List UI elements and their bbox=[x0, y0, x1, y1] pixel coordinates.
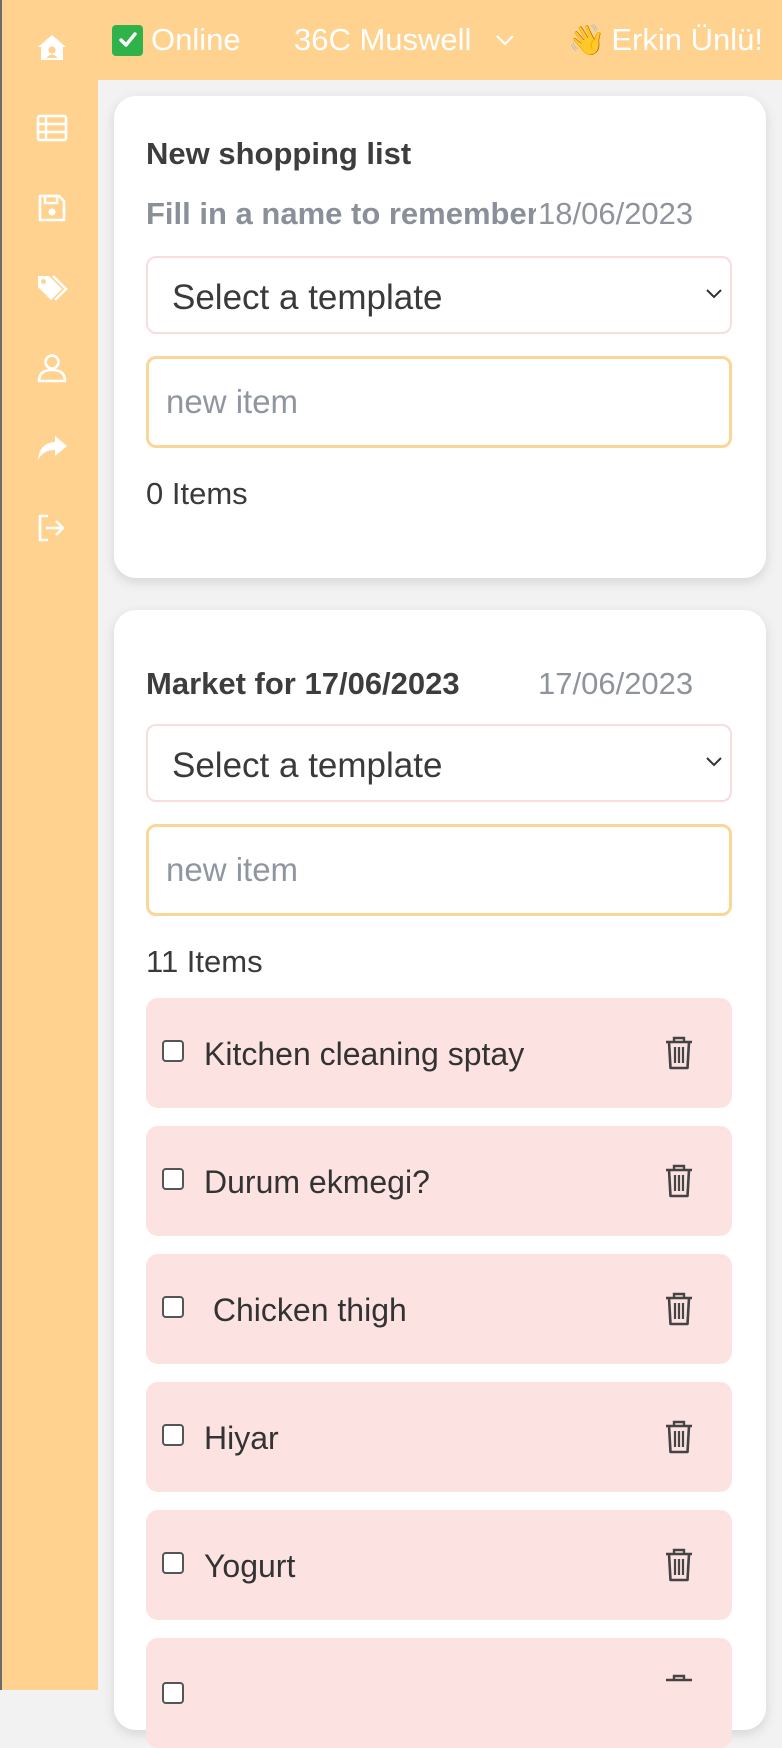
card-title[interactable]: Market for 17/06/2023 bbox=[146, 666, 460, 702]
list-item: Kitchen cleaning sptay bbox=[146, 998, 732, 1108]
home-icon[interactable] bbox=[32, 28, 72, 68]
share-icon[interactable] bbox=[32, 428, 72, 468]
template-select-value: Select a template bbox=[172, 746, 443, 785]
save-icon[interactable] bbox=[32, 188, 72, 228]
user-name: Erkin Ünlü! bbox=[611, 22, 763, 57]
item-label[interactable]: Hiyar bbox=[204, 1420, 279, 1457]
connection-status: Online bbox=[112, 22, 241, 58]
list-item: Yogurt bbox=[146, 1510, 732, 1620]
template-select-value: Select a template bbox=[172, 278, 443, 317]
tags-icon[interactable] bbox=[32, 268, 72, 308]
item-checkbox[interactable] bbox=[162, 1682, 184, 1704]
item-label[interactable]: Yogurt bbox=[204, 1548, 295, 1585]
list-item-partial bbox=[146, 1638, 732, 1748]
item-count: 0 Items bbox=[146, 476, 248, 511]
top-bar: Online 36C Muswell 👋 Erkin Ünlü! bbox=[98, 0, 782, 80]
market-list-card: Market for 17/06/2023 17/06/2023 Select … bbox=[114, 610, 766, 1748]
list-item: Chicken thigh bbox=[146, 1254, 732, 1364]
window-border bbox=[0, 0, 2, 1690]
household-label: 36C Muswell bbox=[294, 22, 472, 57]
logout-icon[interactable] bbox=[32, 508, 72, 548]
template-select[interactable]: Select a template bbox=[146, 256, 732, 334]
trash-icon[interactable] bbox=[664, 1420, 694, 1454]
user-icon[interactable] bbox=[32, 348, 72, 388]
list-name-input[interactable]: Fill in a name to remember bbox=[146, 196, 536, 232]
item-checkbox[interactable] bbox=[162, 1552, 184, 1574]
item-checkbox[interactable] bbox=[162, 1040, 184, 1062]
list-date[interactable]: 17/06/2023 bbox=[538, 666, 693, 702]
item-checkbox[interactable] bbox=[162, 1168, 184, 1190]
trash-icon[interactable] bbox=[664, 1292, 694, 1326]
status-label: Online bbox=[151, 22, 241, 57]
household-selector[interactable]: 36C Muswell bbox=[294, 22, 515, 58]
trash-icon[interactable] bbox=[664, 1164, 694, 1198]
template-select[interactable]: Select a template bbox=[146, 724, 732, 802]
list-date[interactable]: 18/06/2023 bbox=[538, 196, 693, 232]
chevron-down-icon bbox=[496, 35, 515, 46]
list-icon[interactable] bbox=[32, 108, 72, 148]
item-count: 11 Items bbox=[146, 944, 263, 979]
wave-icon: 👋 bbox=[568, 23, 606, 57]
item-label[interactable]: Chicken thigh bbox=[204, 1292, 407, 1329]
sidebar bbox=[2, 0, 98, 1690]
item-checkbox[interactable] bbox=[162, 1424, 184, 1446]
chevron-down-icon bbox=[706, 757, 722, 767]
new-list-card: New shopping list Fill in a name to reme… bbox=[114, 96, 766, 578]
chevron-down-icon bbox=[706, 289, 722, 299]
item-checkbox[interactable] bbox=[162, 1296, 184, 1318]
trash-icon[interactable] bbox=[664, 1548, 694, 1582]
list-item: Durum ekmegi? bbox=[146, 1126, 732, 1236]
new-item-input[interactable]: new item bbox=[146, 356, 732, 448]
item-label[interactable]: Durum ekmegi? bbox=[204, 1164, 430, 1201]
new-item-input[interactable]: new item bbox=[146, 824, 732, 916]
card-title: New shopping list bbox=[146, 136, 412, 171]
trash-icon[interactable] bbox=[664, 1036, 694, 1070]
list-item: Hiyar bbox=[146, 1382, 732, 1492]
trash-icon[interactable] bbox=[664, 1674, 694, 1708]
user-greeting[interactable]: 👋 Erkin Ünlü! bbox=[568, 22, 763, 58]
check-icon bbox=[112, 24, 143, 56]
item-label[interactable]: Kitchen cleaning sptay bbox=[204, 1036, 524, 1073]
